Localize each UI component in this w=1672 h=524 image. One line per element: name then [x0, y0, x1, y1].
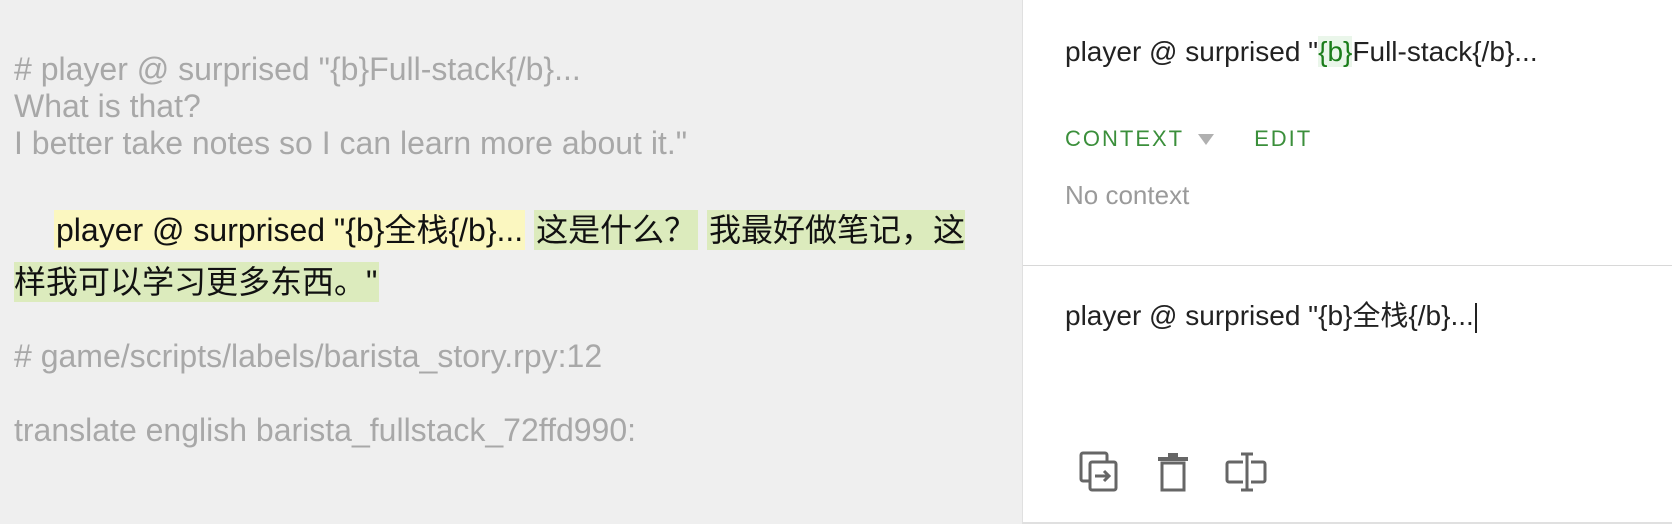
translate-statement: translate english barista_fullstack_72ff…	[14, 412, 637, 448]
tab-edit[interactable]: EDIT	[1254, 126, 1312, 152]
context-empty-message: No context	[1065, 180, 1190, 210]
document-view: # player @ surprised "{b}Full-stack{/b}.…	[0, 0, 1022, 524]
source-rest: Full-stack{/b}...	[1352, 36, 1538, 67]
editor-toolbar	[1075, 448, 1271, 496]
chevron-down-icon[interactable]	[1198, 133, 1215, 145]
markup-tag[interactable]: {b}	[1318, 36, 1353, 67]
copy-source-button[interactable]	[1075, 448, 1123, 496]
target-translation[interactable]: player @ surprised "{b}全栈{/b}... 这是什么？ 我…	[14, 204, 974, 308]
translation-panel: player @ surprised "{b}Full-stack{/b}...…	[1022, 0, 1672, 524]
translation-input-value: player @ surprised "{b}全栈{/b}...	[1065, 300, 1474, 331]
source-prefix: player @ surprised "	[1065, 36, 1319, 67]
source-line: I better take notes so I can learn more …	[14, 125, 688, 161]
source-string: player @ surprised "{b}Full-stack{/b}...	[1065, 36, 1538, 68]
file-path-comment: # game/scripts/labels/barista_story.rpy:…	[14, 338, 603, 374]
source-comment-block: # player @ surprised "{b}Full-stack{/b}.…	[14, 51, 687, 162]
copy-icon	[1079, 451, 1118, 492]
text-cursor-icon	[1225, 452, 1267, 492]
source-line: # player @ surprised "{b}Full-stack{/b}.…	[14, 51, 581, 87]
translation-input[interactable]: player @ surprised "{b}全栈{/b}...	[1065, 294, 1625, 334]
panel-tabs: CONTEXT EDIT	[1065, 126, 1312, 152]
delete-button[interactable]	[1149, 448, 1197, 496]
trash-icon	[1158, 453, 1188, 492]
text-caret	[1474, 302, 1477, 333]
target-segment[interactable]: 这是什么？	[534, 210, 699, 250]
translation-editor: # player @ surprised "{b}Full-stack{/b}.…	[0, 0, 1672, 524]
insert-cursor-button[interactable]	[1223, 448, 1271, 496]
divider	[1023, 265, 1672, 266]
source-line: What is that?	[14, 88, 201, 124]
tab-context[interactable]: CONTEXT	[1065, 126, 1184, 152]
target-segment-active[interactable]: player @ surprised "{b}全栈{/b}...	[54, 210, 526, 250]
